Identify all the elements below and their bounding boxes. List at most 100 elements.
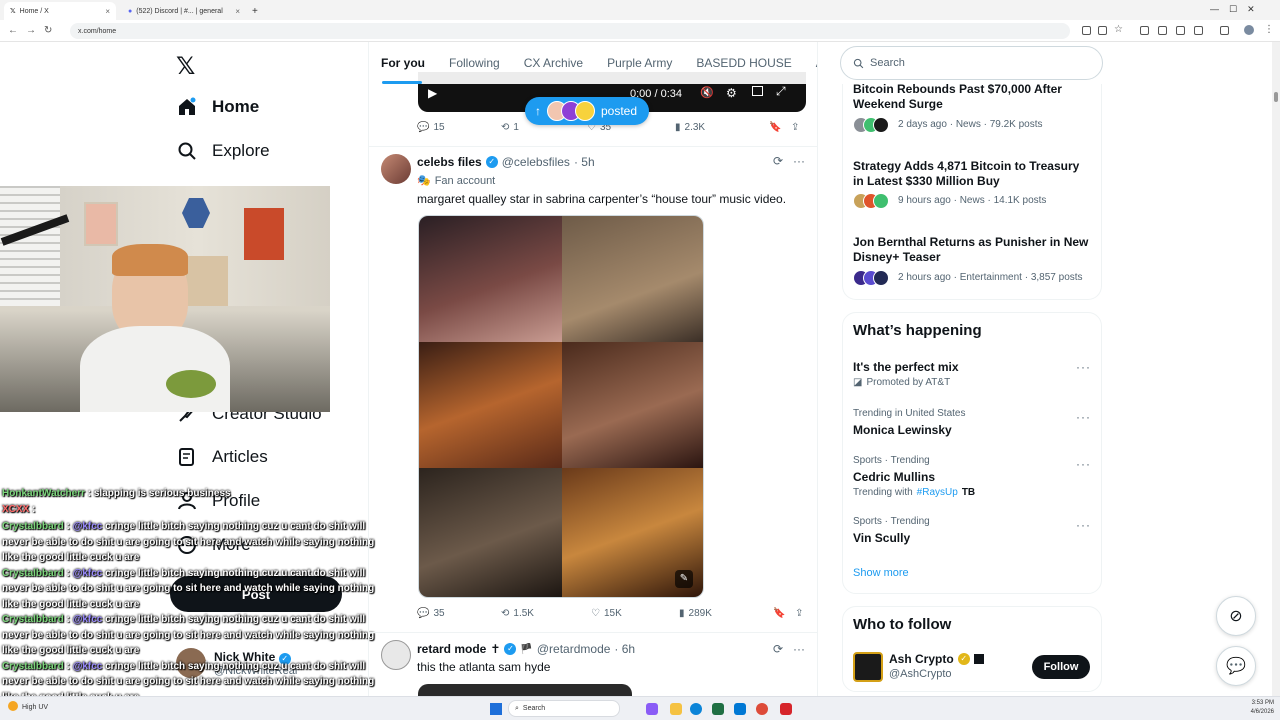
fullscreen-icon[interactable]: ⤢: [776, 84, 786, 99]
forward-icon[interactable]: →: [26, 25, 36, 36]
follow-button[interactable]: Follow: [1032, 655, 1090, 679]
reply-button[interactable]: 💬 35: [417, 608, 501, 619]
extension-icon[interactable]: [1158, 26, 1167, 35]
profile-avatar-icon[interactable]: [1244, 25, 1254, 35]
store-icon[interactable]: [734, 703, 746, 715]
extension-icon[interactable]: [1140, 26, 1149, 35]
maximize-icon[interactable]: ☐: [1229, 4, 1237, 14]
new-tab-button[interactable]: +: [246, 2, 260, 20]
extension-icon[interactable]: [1176, 26, 1185, 35]
tab-basedd-house[interactable]: BASEDD HOUSE: [684, 56, 803, 70]
author-name[interactable]: celebs files: [417, 155, 482, 169]
grok-icon[interactable]: ⟳: [773, 154, 783, 168]
mute-icon[interactable]: 🔇: [700, 86, 714, 99]
extension-icon[interactable]: [1194, 26, 1203, 35]
new-posts-pill[interactable]: ↑ posted: [525, 97, 650, 125]
url-input[interactable]: x.com/home: [70, 23, 1070, 39]
grok-button[interactable]: ⊘: [1216, 596, 1256, 636]
trend-name[interactable]: It's the perfect mix: [853, 360, 959, 374]
show-more-link[interactable]: Show more: [853, 567, 909, 579]
post-image[interactable]: [562, 216, 703, 342]
weather-icon[interactable]: [8, 701, 18, 711]
zoom-icon[interactable]: [1098, 26, 1107, 35]
extension-icon[interactable]: [1082, 26, 1091, 35]
trend-name[interactable]: Vin Scully: [853, 531, 910, 545]
nav-explore[interactable]: Explore: [176, 140, 270, 162]
x-logo-icon[interactable]: 𝕏: [176, 52, 195, 81]
hashtag-link[interactable]: #RaysUp: [917, 487, 958, 498]
app-icon[interactable]: [780, 703, 792, 715]
more-dots-icon[interactable]: ···: [1076, 518, 1091, 532]
more-dots-icon[interactable]: ···: [1076, 360, 1091, 374]
author-handle[interactable]: @retardmode: [537, 642, 611, 656]
post-image[interactable]: [419, 468, 562, 597]
sidebar-icon[interactable]: [1220, 26, 1229, 35]
grok-icon[interactable]: ⟳: [773, 642, 783, 656]
window-controls[interactable]: — ☐ ✕: [1210, 4, 1255, 15]
search-input[interactable]: Search: [840, 46, 1103, 80]
avatar[interactable]: [853, 652, 883, 682]
post-image[interactable]: [419, 342, 562, 468]
share-icon[interactable]: ⇪: [795, 608, 803, 619]
browser-tab-discord[interactable]: ● (522) Discord | #... | general ×: [122, 2, 246, 20]
post-image[interactable]: [419, 216, 562, 342]
more-dots-icon[interactable]: ···: [1076, 410, 1091, 424]
close-tab-icon[interactable]: ×: [235, 7, 240, 16]
author-name[interactable]: retard mode: [417, 642, 486, 656]
post-image[interactable]: [562, 342, 703, 468]
post-image-grid[interactable]: ✎: [418, 215, 704, 598]
system-clock[interactable]: 3:53 PM 4/6/2026: [1230, 699, 1274, 717]
more-dots-icon[interactable]: ···: [793, 642, 805, 656]
nav-articles[interactable]: Articles: [176, 446, 268, 468]
file-explorer-icon[interactable]: [670, 703, 682, 715]
tab-cx-archive[interactable]: CX Archive: [512, 56, 595, 70]
taskbar-search[interactable]: ⌕ Search: [508, 700, 620, 717]
windows-start-icon[interactable]: [490, 703, 502, 715]
excel-icon[interactable]: [712, 703, 724, 715]
play-icon[interactable]: ▶: [428, 86, 437, 100]
close-tab-icon[interactable]: ×: [105, 7, 110, 16]
tab-ape[interactable]: Ape: [804, 56, 817, 70]
repost-button[interactable]: ⟲ 1.5K: [501, 608, 591, 619]
browser-tab-x[interactable]: 𝕏 Home / X ×: [4, 2, 116, 20]
minimize-icon[interactable]: —: [1210, 4, 1219, 14]
bookmark-star-icon[interactable]: ☆: [1114, 24, 1123, 35]
scrollbar-thumb[interactable]: [1274, 92, 1278, 102]
news-title[interactable]: Bitcoin Rebounds Past $70,000 After Week…: [853, 82, 1093, 112]
reload-icon[interactable]: ↻: [44, 25, 52, 36]
close-window-icon[interactable]: ✕: [1247, 4, 1255, 14]
bookmark-icon[interactable]: 🔖: [773, 608, 795, 619]
edge-icon[interactable]: [690, 703, 702, 715]
more-dots-icon[interactable]: ···: [1076, 457, 1091, 471]
tab-purple-army[interactable]: Purple Army: [595, 56, 684, 70]
post-time[interactable]: · 6h: [614, 642, 635, 656]
back-icon[interactable]: ←: [8, 25, 18, 36]
news-title[interactable]: Strategy Adds 4,871 Bitcoin to Treasury …: [853, 159, 1093, 189]
chrome-icon[interactable]: [756, 703, 768, 715]
tab-following[interactable]: Following: [437, 56, 512, 70]
settings-gear-icon[interactable]: ⚙: [726, 86, 737, 100]
author-handle[interactable]: @celebsfiles: [502, 155, 570, 169]
views-button[interactable]: ▮ 289K: [679, 608, 773, 619]
trend-name[interactable]: Monica Lewinsky: [853, 423, 952, 437]
page-scrollbar[interactable]: [1272, 42, 1280, 696]
pip-icon[interactable]: [752, 86, 763, 96]
menu-icon[interactable]: ⋮: [1264, 24, 1274, 35]
like-button[interactable]: ♡ 15K: [591, 608, 679, 619]
follow-suggestion-name[interactable]: Ash Crypto ✓: [889, 652, 984, 666]
more-dots-icon[interactable]: ···: [793, 154, 805, 168]
nav-home[interactable]: Home: [176, 96, 259, 118]
trend-name[interactable]: Cedric Mullins: [853, 470, 935, 484]
share-icon[interactable]: ⇪: [791, 122, 799, 133]
avatar[interactable]: [381, 154, 411, 184]
bookmark-icon[interactable]: 🔖: [769, 122, 791, 133]
news-title[interactable]: Jon Bernthal Returns as Punisher in New …: [853, 235, 1093, 265]
avatar[interactable]: [381, 640, 411, 670]
views-button[interactable]: ▮ 2.3K: [675, 122, 769, 133]
tab-for-you[interactable]: For you: [369, 56, 437, 70]
copilot-icon[interactable]: [646, 703, 658, 715]
messages-button[interactable]: 💬: [1216, 646, 1256, 686]
edit-image-icon[interactable]: ✎: [675, 570, 693, 588]
reply-button[interactable]: 💬 15: [417, 122, 501, 133]
post-time[interactable]: · 5h: [574, 155, 595, 169]
